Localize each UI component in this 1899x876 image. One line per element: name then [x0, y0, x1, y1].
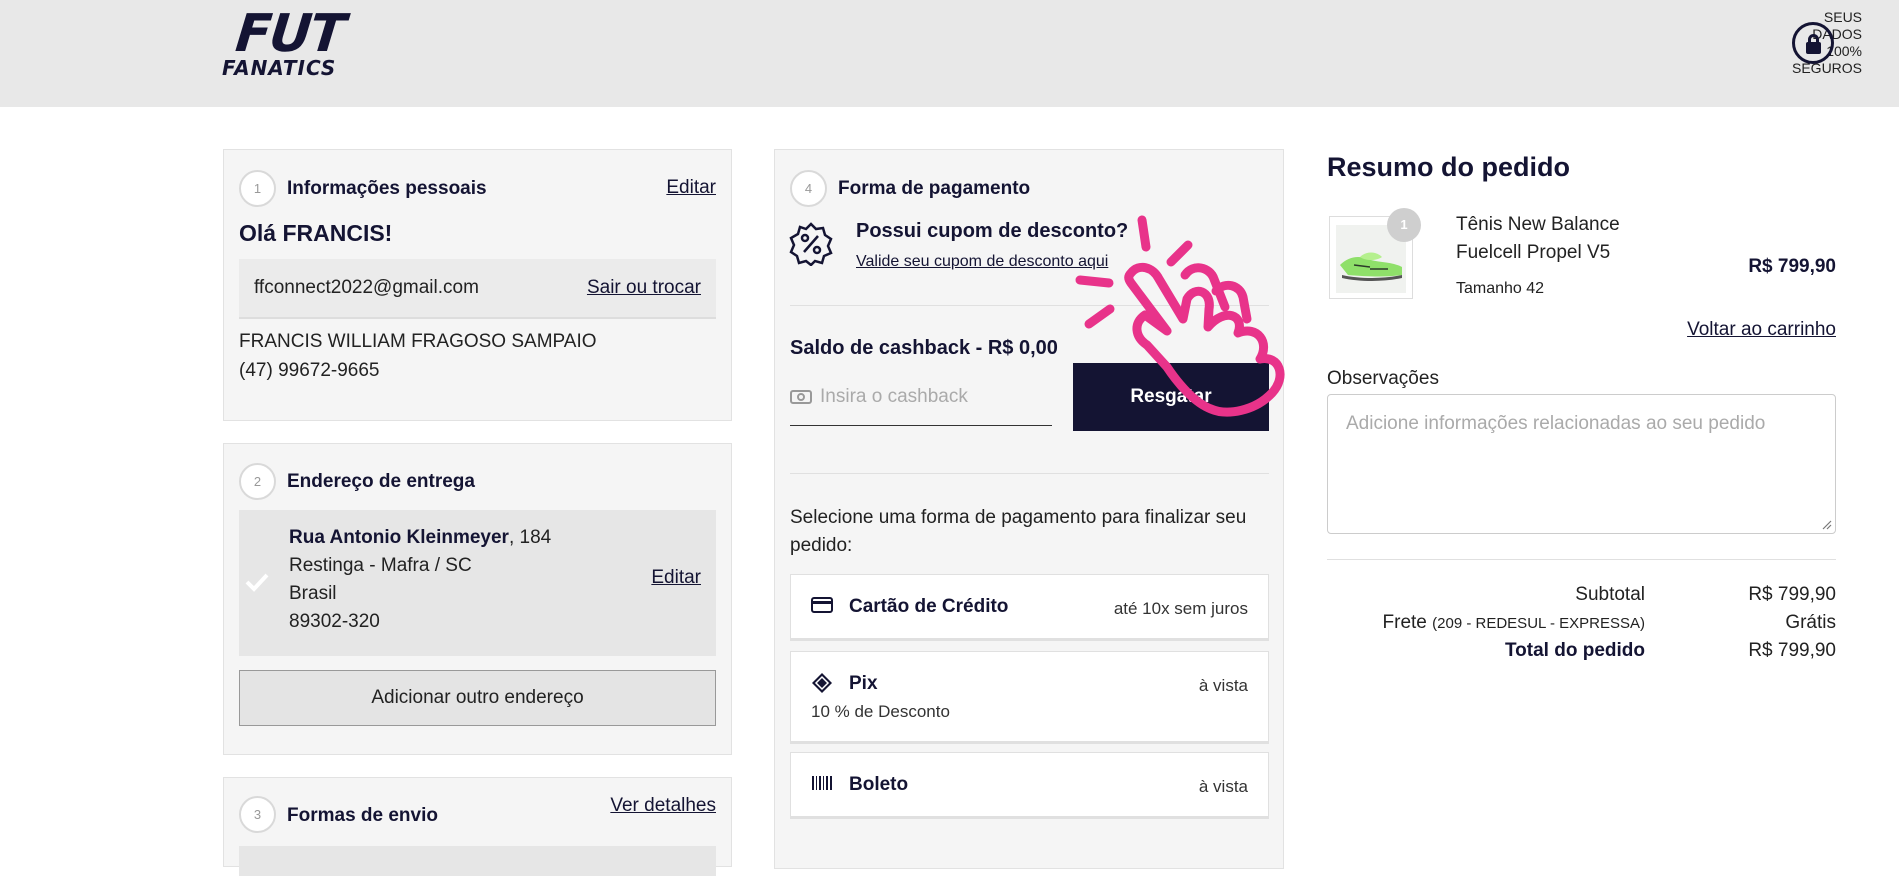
total-value: R$ 799,90 — [1748, 640, 1836, 661]
address-city: Restinga - Mafra / SC — [289, 555, 472, 576]
subtotal-value: R$ 799,90 — [1748, 584, 1836, 605]
payment-option-meta: à vista — [1198, 777, 1248, 796]
payment-title: Forma de pagamento — [838, 178, 1031, 199]
cashback-input[interactable]: Insira o cashback — [790, 368, 1052, 426]
step-number: 2 — [239, 463, 276, 500]
edit-address-link[interactable]: Editar — [651, 567, 701, 589]
product-name-line1: Tênis New Balance — [1456, 214, 1620, 235]
divider — [790, 473, 1269, 474]
step-number: 3 — [239, 796, 276, 833]
order-summary-title: Resumo do pedido — [1327, 152, 1570, 182]
delivery-address-card: 2 Endereço de entrega Rua Antonio Kleinm… — [223, 443, 732, 755]
payment-option-pix[interactable]: Pix à vista 10 % de Desconto — [790, 651, 1269, 744]
payment-option-name: Cartão de Crédito — [849, 596, 1009, 617]
greeting: Olá FRANCIS! — [239, 220, 393, 246]
divider — [1327, 559, 1836, 560]
logo-text-top: FUT — [232, 4, 347, 64]
product-price: R$ 799,90 — [1748, 256, 1836, 277]
shipping-label: Frete — [1382, 612, 1427, 633]
cashback-placeholder: Insira o cashback — [820, 385, 968, 407]
subtotal-label: Subtotal — [1575, 584, 1645, 605]
payment-option-name: Pix — [849, 673, 878, 694]
address-number: , 184 — [508, 527, 552, 548]
edit-personal-link[interactable]: Editar — [666, 177, 716, 199]
credit-card-icon — [811, 597, 833, 613]
shipping-value: Grátis — [1785, 612, 1836, 633]
personal-info-card: 1 Informações pessoais Editar Olá FRANCI… — [223, 149, 732, 421]
barcode-icon — [812, 776, 832, 790]
product-size: Tamanho 42 — [1456, 280, 1545, 297]
email-box: ffconnect2022@gmail.com Sair ou trocar — [239, 259, 716, 319]
address-country: Brasil — [289, 583, 337, 604]
tap-hand-icon — [1075, 215, 1285, 417]
lock-icon — [1792, 22, 1834, 64]
quantity-badge: 1 — [1387, 208, 1421, 242]
payment-option-meta: até 10x sem juros — [1113, 599, 1248, 618]
shipping-detail: (209 - REDESUL - EXPRESSA) — [1432, 615, 1645, 632]
discount-badge-icon — [789, 222, 833, 266]
total-label: Total do pedido — [1504, 640, 1645, 661]
personal-info-title: Informações pessoais — [287, 178, 487, 199]
payment-instruction: Selecione uma forma de pagamento para fi… — [790, 507, 1247, 556]
resize-handle-icon[interactable] — [1822, 520, 1832, 530]
shipping-details-link[interactable]: Ver detalhes — [610, 795, 716, 817]
address-street: Rua Antonio Kleinmeyer — [289, 527, 509, 548]
cash-icon — [790, 389, 812, 404]
customer-phone: (47) 99672-9665 — [239, 360, 380, 381]
step-number: 1 — [239, 170, 276, 207]
cashback-title: Saldo de cashback - R$ 0,00 — [790, 337, 1058, 359]
shipping-title: Formas de envio — [287, 805, 438, 826]
delivery-title: Endereço de entrega — [287, 471, 475, 492]
shipping-card: 3 Formas de envio Ver detalhes — [223, 777, 732, 876]
product-name-line2: Fuelcell Propel V5 — [1456, 242, 1611, 263]
user-email: ffconnect2022@gmail.com — [254, 277, 479, 298]
brand-logo[interactable]: FUT FANATICS — [222, 4, 387, 80]
secure-data-notice: SEUS DADOS 100% SEGUROS — [1792, 9, 1862, 76]
payment-option-meta: à vista — [1198, 676, 1248, 695]
notes-label: Observações — [1327, 368, 1439, 389]
step-number: 4 — [790, 170, 827, 207]
address-zip: 89302-320 — [289, 611, 380, 632]
pix-icon — [812, 673, 832, 693]
back-to-cart-link[interactable]: Voltar ao carrinho — [1687, 319, 1836, 341]
payment-option-credit-card[interactable]: Cartão de Crédito até 10x sem juros — [790, 574, 1269, 641]
selected-address[interactable]: Rua Antonio Kleinmeyer, 184 Restinga - M… — [239, 510, 716, 656]
notes-textarea[interactable]: Adicione informações relacionadas ao seu… — [1327, 394, 1836, 534]
add-address-button[interactable]: Adicionar outro endereço — [239, 670, 716, 726]
customer-name: FRANCIS WILLIAM FRAGOSO SAMPAIO — [239, 331, 597, 352]
payment-option-boleto[interactable]: Boleto à vista — [790, 752, 1269, 819]
pix-discount: 10 % de Desconto — [811, 702, 950, 721]
shipping-option-strip — [239, 846, 716, 876]
payment-option-name: Boleto — [849, 774, 909, 795]
logout-switch-link[interactable]: Sair ou trocar — [587, 277, 701, 299]
logo-text-bottom: FANATICS — [222, 56, 337, 80]
notes-placeholder: Adicione informações relacionadas ao seu… — [1346, 413, 1766, 434]
top-bar: FUT FANATICS SEUS DADOS 100% SEGUROS — [0, 0, 1899, 107]
check-icon — [245, 573, 269, 592]
coupon-link[interactable]: Valide seu cupom de desconto aqui — [856, 253, 1108, 271]
